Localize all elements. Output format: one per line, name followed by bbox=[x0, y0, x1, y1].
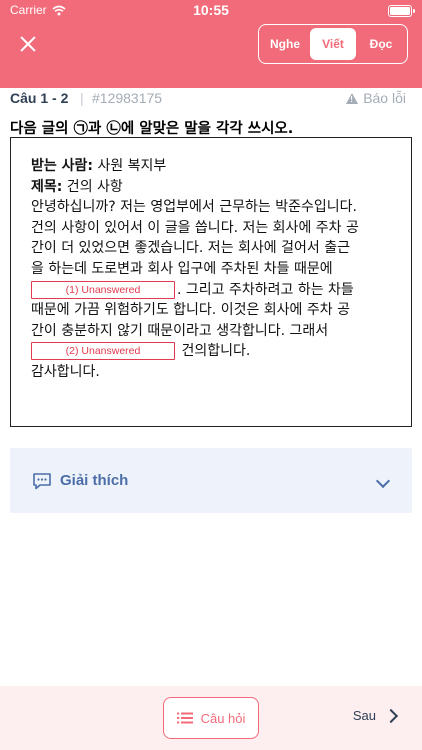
answer-blank-2[interactable]: (2) Unanswered bbox=[31, 342, 175, 361]
report-button[interactable]: Báo lỗi bbox=[346, 90, 406, 106]
explanation-label: Giải thích bbox=[60, 472, 129, 489]
report-label: Báo lỗi bbox=[363, 90, 406, 106]
app-header: Carrier 10:55 Nghe Viết Đọc bbox=[0, 0, 422, 88]
passage-text: . 그리고 주차하려고 하는 차들 bbox=[177, 281, 354, 298]
question-header: Câu 1 - 2 | #12983175 Báo lỗi bbox=[10, 90, 410, 110]
header-separator: | bbox=[80, 90, 84, 106]
status-time: 10:55 bbox=[193, 2, 229, 18]
tab-listening[interactable]: Nghe bbox=[262, 28, 308, 60]
comment-icon bbox=[33, 472, 51, 489]
subject-value: 건의 사항 bbox=[62, 178, 123, 195]
passage-line: 안녕하십니까? 저는 영업부에서 근무하는 박준수입니다. bbox=[31, 199, 357, 216]
recipient-label: 받는 사람: bbox=[31, 158, 93, 174]
close-icon[interactable] bbox=[16, 32, 40, 56]
question-list-button[interactable]: Câu hỏi bbox=[163, 697, 259, 739]
answer-blank-1[interactable]: (1) Unanswered bbox=[31, 280, 175, 299]
subject-label: 제목: bbox=[31, 178, 63, 195]
question-id: #12983175 bbox=[92, 90, 163, 106]
recipient-line: 받는 사람: 사원 복지부 bbox=[31, 156, 399, 177]
passage-line: (2) Unanswered 건의합니다. bbox=[31, 341, 399, 362]
question-number: Câu 1 - 2 bbox=[10, 90, 69, 106]
passage-text: 건의합니다. bbox=[177, 343, 251, 360]
tab-writing[interactable]: Viết bbox=[310, 28, 356, 60]
skill-tabs: Nghe Viết Đọc bbox=[258, 24, 408, 64]
chevron-down-icon bbox=[375, 473, 391, 489]
next-button[interactable]: Sau bbox=[352, 708, 399, 723]
recipient-value: 사원 복지부 bbox=[93, 158, 167, 174]
list-icon bbox=[176, 712, 193, 724]
next-label: Sau bbox=[352, 708, 376, 723]
chevron-right-icon bbox=[383, 708, 399, 723]
passage-box: 받는 사람: 사원 복지부 제목: 건의 사항 안녕하십니까? 저는 영업부에서… bbox=[10, 137, 412, 427]
passage-line: (1) Unanswered. 그리고 주차하려고 하는 차들 bbox=[31, 280, 399, 301]
passage-closing: 감사합니다. bbox=[31, 363, 100, 380]
passage-line: 간이 더 있었으면 좋겠습니다. 저는 회사에 걸어서 출근 bbox=[31, 240, 350, 257]
battery-icon bbox=[388, 5, 415, 17]
warning-icon bbox=[346, 92, 359, 104]
passage-line: 을 하는데 도로변과 회사 입구에 주차된 차들 때문에 bbox=[31, 260, 333, 277]
explanation-toggle[interactable]: Giải thích bbox=[10, 448, 412, 513]
question-list-label: Câu hỏi bbox=[200, 710, 246, 726]
passage-line: 건의 사항이 있어서 이 글을 씁니다. 저는 회사에 주차 공 bbox=[31, 219, 359, 236]
passage-line: 간이 충분하지 않기 때문이라고 생각합니다. 그래서 bbox=[31, 322, 329, 339]
status-bar: Carrier 10:55 bbox=[0, 0, 422, 22]
subject-line: 제목: 건의 사항 bbox=[31, 177, 399, 198]
passage-line: 때문에 가끔 위험하기도 합니다. 이것은 회사에 주차 공 bbox=[31, 302, 350, 319]
tab-reading[interactable]: Đọc bbox=[358, 28, 404, 60]
question-instruction: 다음 글의 ㉠과 ㉡에 알맞은 말을 각각 쓰시오. bbox=[10, 121, 294, 137]
